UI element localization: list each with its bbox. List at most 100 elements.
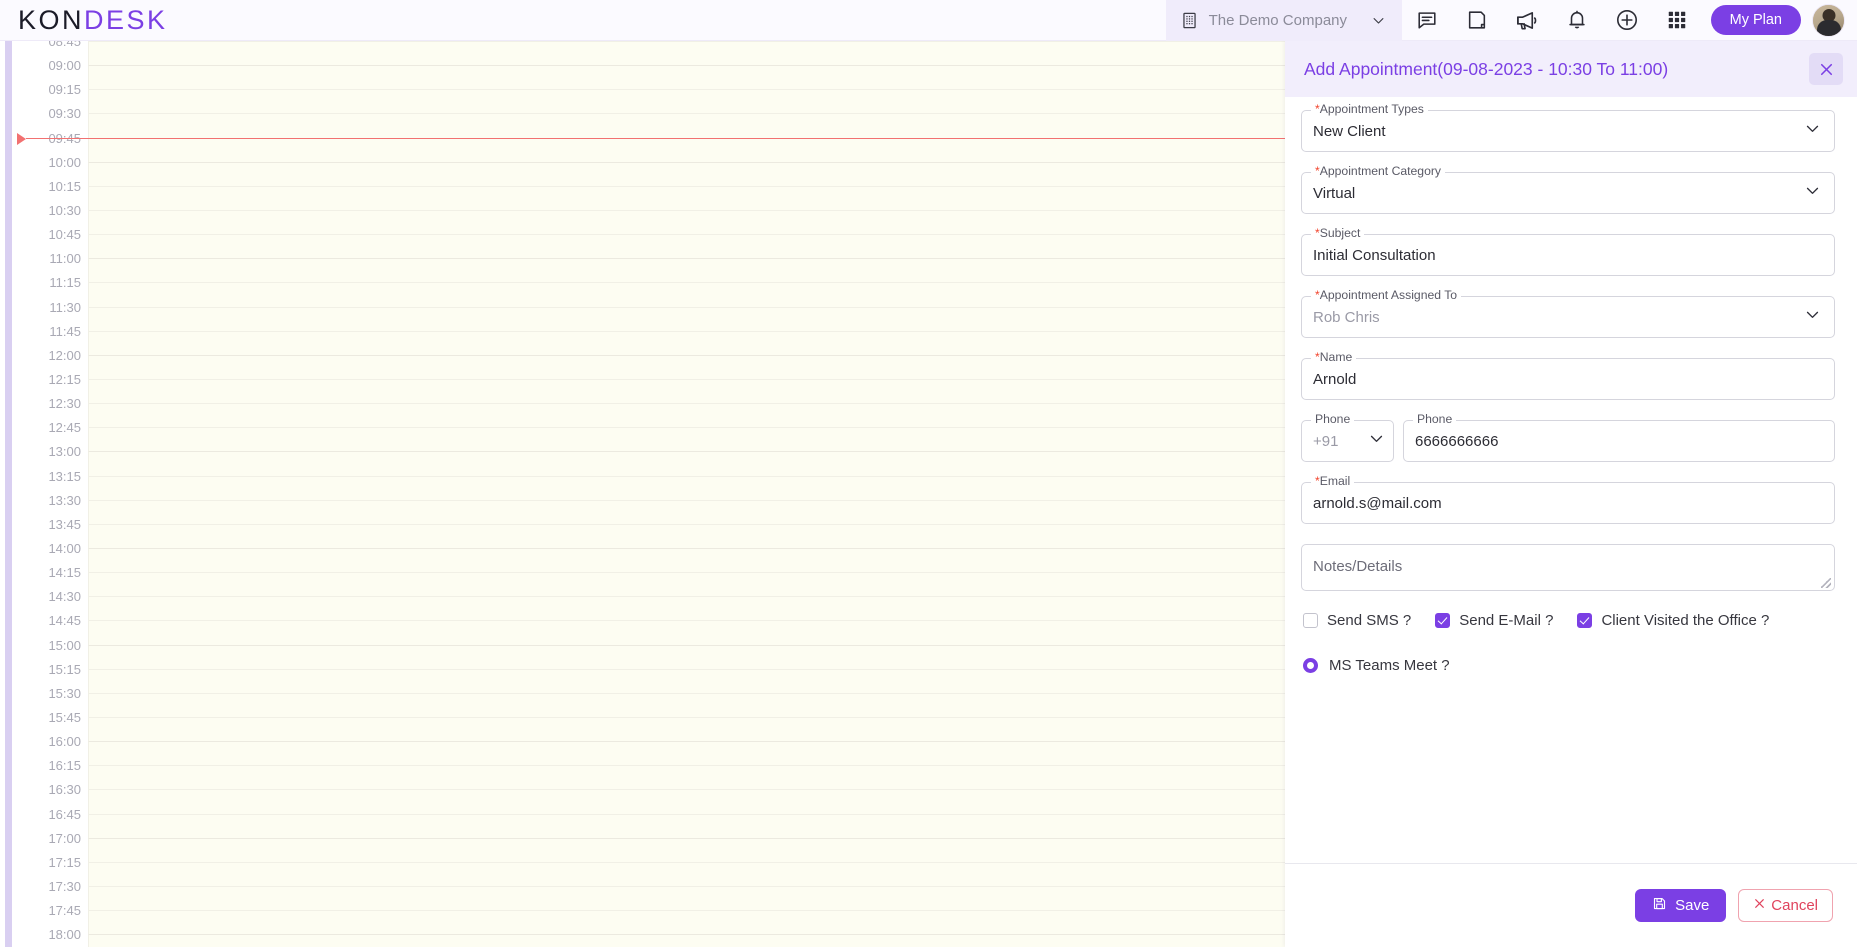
calendar-time-row[interactable]: 15:30 [26,693,1285,717]
calendar-time-slot[interactable] [88,427,1285,451]
calendar-time-row[interactable]: 10:45 [26,234,1285,258]
check-mark-icon[interactable] [1435,613,1450,628]
calendar-time-slot[interactable] [88,65,1285,89]
calendar-time-slot[interactable] [88,717,1285,741]
calendar-time-slot[interactable] [88,500,1285,524]
calendar-time-row[interactable]: 14:30 [26,596,1285,620]
calendar-time-row[interactable]: 13:00 [26,451,1285,475]
calendar-time-row[interactable]: 17:30 [26,886,1285,910]
appointment-assigned-to-select[interactable]: *Appointment Assigned To Rob Chris [1301,296,1835,338]
calendar-time-slot[interactable] [88,645,1285,669]
calendar-time-slot[interactable] [88,186,1285,210]
calendar-time-slot[interactable] [88,234,1285,258]
calendar-time-row[interactable]: 10:00 [26,162,1285,186]
calendar-time-slot[interactable] [88,476,1285,500]
resize-handle-icon[interactable] [1821,578,1831,588]
subject-field[interactable]: *Subject Initial Consultation [1301,234,1835,276]
calendar-time-slot[interactable] [88,524,1285,548]
calendar-time-row[interactable]: 16:15 [26,765,1285,789]
calendar-time-slot[interactable] [88,89,1285,113]
calendar-time-slot[interactable] [88,741,1285,765]
cancel-button[interactable]: Cancel [1738,889,1833,922]
calendar-time-row[interactable]: 15:15 [26,669,1285,693]
apps-grid-icon-button[interactable] [1652,0,1702,41]
megaphone-icon-button[interactable] [1502,0,1552,41]
calendar-time-row[interactable]: 14:15 [26,572,1285,596]
calendar-time-grid[interactable]: 08:4509:0009:1509:3009:4510:0010:1510:30… [26,41,1285,947]
calendar-time-row[interactable]: 10:30 [26,210,1285,234]
notes-details-textarea[interactable]: Notes/Details [1301,544,1835,591]
calendar-time-slot[interactable] [88,596,1285,620]
calendar-time-row[interactable]: 11:45 [26,331,1285,355]
radio-ms-teams-meet[interactable]: MS Teams Meet ? [1303,657,1450,674]
calendar-time-row[interactable]: 14:45 [26,620,1285,644]
check-mark-icon[interactable] [1577,613,1592,628]
calendar-time-slot[interactable] [88,789,1285,813]
calendar-time-row[interactable]: 14:00 [26,548,1285,572]
calendar-time-slot[interactable] [88,113,1285,137]
app-logo[interactable]: KONDESK [18,7,168,34]
calendar-time-slot[interactable] [88,814,1285,838]
calendar-time-slot[interactable] [88,886,1285,910]
calendar-time-row[interactable]: 11:00 [26,258,1285,282]
user-avatar[interactable] [1812,4,1845,37]
calendar-time-row[interactable]: 12:45 [26,427,1285,451]
calendar-time-slot[interactable] [88,138,1285,162]
email-field[interactable]: *Email arnold.s@mail.com [1301,482,1835,524]
subject-input[interactable]: Initial Consultation [1313,247,1821,264]
note-icon-button[interactable] [1452,0,1502,41]
calendar-time-slot[interactable] [88,910,1285,934]
calendar-time-row[interactable]: 12:00 [26,355,1285,379]
calendar-time-slot[interactable] [88,862,1285,886]
checkbox-client-visited-office[interactable]: Client Visited the Office ? [1577,612,1769,629]
calendar-time-slot[interactable] [88,41,1285,65]
checkbox-empty-icon[interactable] [1303,613,1318,628]
email-input[interactable]: arnold.s@mail.com [1313,495,1821,512]
calendar-time-row[interactable]: 12:30 [26,403,1285,427]
calendar-time-slot[interactable] [88,838,1285,862]
name-input[interactable]: Arnold [1313,371,1821,388]
calendar-time-slot[interactable] [88,282,1285,306]
calendar-time-slot[interactable] [88,307,1285,331]
phone-number-field[interactable]: Phone 6666666666 [1403,420,1835,462]
checkbox-send-sms[interactable]: Send SMS ? [1303,612,1411,629]
calendar-time-slot[interactable] [88,331,1285,355]
calendar-time-slot[interactable] [88,210,1285,234]
appointment-types-select[interactable]: *Appointment Types New Client [1301,110,1835,152]
bell-icon-button[interactable] [1552,0,1602,41]
calendar-time-slot[interactable] [88,355,1285,379]
calendar-time-row[interactable]: 17:45 [26,910,1285,934]
calendar-time-row[interactable]: 15:00 [26,645,1285,669]
calendar-time-row[interactable]: 16:30 [26,789,1285,813]
calendar-time-slot[interactable] [88,451,1285,475]
calendar-time-row[interactable]: 16:45 [26,814,1285,838]
calendar-time-slot[interactable] [88,934,1285,947]
close-panel-button[interactable] [1809,53,1843,85]
calendar-time-slot[interactable] [88,620,1285,644]
calendar-time-row[interactable]: 17:15 [26,862,1285,886]
calendar-time-row[interactable]: 09:00 [26,65,1285,89]
calendar-time-slot[interactable] [88,548,1285,572]
calendar-time-slot[interactable] [88,403,1285,427]
calendar-time-row[interactable]: 16:00 [26,741,1285,765]
calendar-time-slot[interactable] [88,162,1285,186]
calendar-time-row[interactable]: 15:45 [26,717,1285,741]
calendar-time-row[interactable]: 11:30 [26,307,1285,331]
calendar-time-row[interactable]: 13:45 [26,524,1285,548]
phone-number-input[interactable]: 6666666666 [1415,433,1821,450]
calendar-time-row[interactable]: 12:15 [26,379,1285,403]
calendar-time-row[interactable]: 10:15 [26,186,1285,210]
calendar-time-slot[interactable] [88,379,1285,403]
name-field[interactable]: *Name Arnold [1301,358,1835,400]
calendar-time-row[interactable]: 13:15 [26,476,1285,500]
calendar-time-row[interactable]: 09:15 [26,89,1285,113]
calendar-time-row[interactable]: 11:15 [26,282,1285,306]
calendar-time-row[interactable]: 09:30 [26,113,1285,137]
calendar-time-slot[interactable] [88,765,1285,789]
appointment-category-select[interactable]: *Appointment Category Virtual [1301,172,1835,214]
calendar-time-slot[interactable] [88,669,1285,693]
chat-icon-button[interactable] [1402,0,1452,41]
calendar-time-row[interactable]: 18:00 [26,934,1285,947]
phone-country-code-select[interactable]: Phone +91 [1301,420,1394,462]
calendar-time-row[interactable]: 09:45 [26,138,1285,162]
